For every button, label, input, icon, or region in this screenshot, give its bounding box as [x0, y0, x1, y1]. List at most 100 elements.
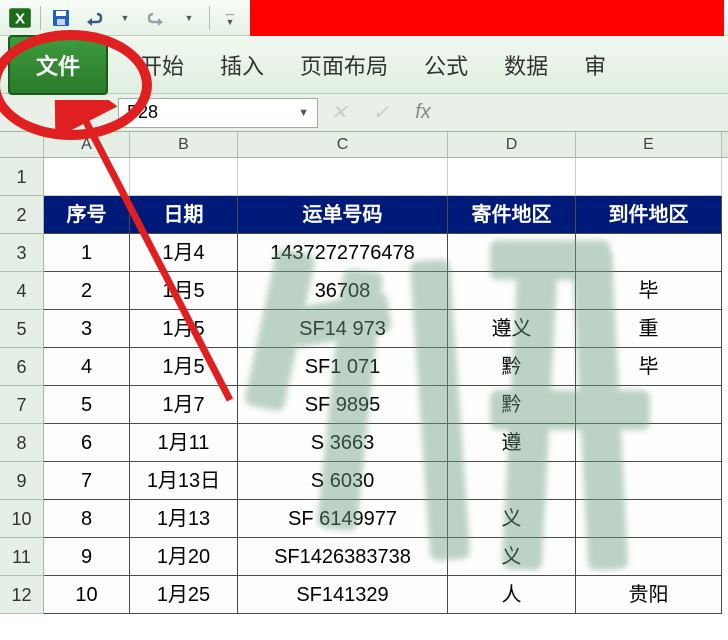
cell-C8[interactable]: S 3663 [238, 424, 448, 462]
row-header-9[interactable]: 9 [0, 462, 44, 500]
cell-B12[interactable]: 1月25 [130, 576, 238, 614]
cell-E6[interactable]: 毕 [576, 348, 722, 386]
cell-A2[interactable]: 序号 [44, 196, 130, 234]
cell-E8[interactable] [576, 424, 722, 462]
cell-A4[interactable]: 2 [44, 272, 130, 310]
cell-C3[interactable]: 1437272776478 [238, 234, 448, 272]
row-header-3[interactable]: 3 [0, 234, 44, 272]
name-box[interactable]: F28 ▼ [118, 98, 318, 128]
undo-dropdown-icon[interactable]: ▼ [111, 4, 139, 32]
row-header-11[interactable]: 11 [0, 538, 44, 576]
cell-C11[interactable]: SF1426383738 [238, 538, 448, 576]
cell-C4[interactable]: 36708 [238, 272, 448, 310]
col-header-D[interactable]: D [448, 132, 576, 157]
cell-E4[interactable]: 毕 [576, 272, 722, 310]
cell-C9[interactable]: S 6030 [238, 462, 448, 500]
cell-D10[interactable]: 义 [448, 500, 576, 538]
cell-B10[interactable]: 1月13 [130, 500, 238, 538]
quick-access-toolbar: X ▼ ▼ —▼ [0, 0, 728, 36]
cell-D5[interactable]: 遵义 [448, 310, 576, 348]
cell-E9[interactable] [576, 462, 722, 500]
cell-D12[interactable]: 人 [448, 576, 576, 614]
excel-app-icon[interactable]: X [6, 4, 34, 32]
cell-B3[interactable]: 1月4 [130, 234, 238, 272]
tab-page-layout[interactable]: 页面布局 [296, 41, 392, 89]
cell-A10[interactable]: 8 [44, 500, 130, 538]
cell-E10[interactable] [576, 500, 722, 538]
row-header-1[interactable]: 1 [0, 158, 44, 196]
cell-D3[interactable] [448, 234, 576, 272]
cell-D11[interactable]: 义 [448, 538, 576, 576]
cell-D9[interactable] [448, 462, 576, 500]
cell-E1[interactable] [576, 158, 722, 196]
cancel-icon[interactable]: ✕ [324, 98, 354, 128]
cell-B11[interactable]: 1月20 [130, 538, 238, 576]
enter-icon[interactable]: ✓ [366, 98, 396, 128]
tab-formulas[interactable]: 公式 [420, 41, 472, 89]
tab-home[interactable]: 开始 [136, 41, 188, 89]
cell-A9[interactable]: 7 [44, 462, 130, 500]
row-header-6[interactable]: 6 [0, 348, 44, 386]
cell-B8[interactable]: 1月11 [130, 424, 238, 462]
cell-C7[interactable]: SF 9895 [238, 386, 448, 424]
redo-dropdown-icon[interactable]: ▼ [175, 4, 203, 32]
cell-C2[interactable]: 运单号码 [238, 196, 448, 234]
customize-qat-icon[interactable]: —▼ [216, 4, 244, 32]
cell-C6[interactable]: SF1 071 [238, 348, 448, 386]
cell-D6[interactable]: 黔 [448, 348, 576, 386]
row-11: 11 9 1月20 SF1426383738 义 [0, 538, 728, 576]
select-all-corner[interactable] [0, 132, 44, 157]
cell-B9[interactable]: 1月13日 [130, 462, 238, 500]
row-header-10[interactable]: 10 [0, 500, 44, 538]
cell-E11[interactable] [576, 538, 722, 576]
cell-D2[interactable]: 寄件地区 [448, 196, 576, 234]
col-header-C[interactable]: C [238, 132, 448, 157]
cell-E2[interactable]: 到件地区 [576, 196, 722, 234]
cell-B6[interactable]: 1月5 [130, 348, 238, 386]
undo-icon[interactable] [79, 4, 107, 32]
row-header-2[interactable]: 2 [0, 196, 44, 234]
cell-C12[interactable]: SF141329 [238, 576, 448, 614]
redo-icon[interactable] [143, 4, 171, 32]
tab-insert[interactable]: 插入 [216, 41, 268, 89]
col-header-A[interactable]: A [44, 132, 130, 157]
cell-A12[interactable]: 10 [44, 576, 130, 614]
cell-A5[interactable]: 3 [44, 310, 130, 348]
cell-B7[interactable]: 1月7 [130, 386, 238, 424]
cell-A3[interactable]: 1 [44, 234, 130, 272]
cell-D1[interactable] [448, 158, 576, 196]
fx-icon[interactable]: fx [408, 98, 438, 128]
cell-A8[interactable]: 6 [44, 424, 130, 462]
cell-C10[interactable]: SF 6149977 [238, 500, 448, 538]
cell-A6[interactable]: 4 [44, 348, 130, 386]
cell-D4[interactable] [448, 272, 576, 310]
cell-C5[interactable]: SF14 973 [238, 310, 448, 348]
tab-review[interactable]: 审 [580, 41, 610, 89]
formula-input[interactable] [444, 98, 728, 128]
cell-C1[interactable] [238, 158, 448, 196]
row-header-8[interactable]: 8 [0, 424, 44, 462]
col-header-E[interactable]: E [576, 132, 722, 157]
cell-B1[interactable] [130, 158, 238, 196]
cell-A11[interactable]: 9 [44, 538, 130, 576]
tab-data[interactable]: 数据 [500, 41, 552, 89]
cell-B2[interactable]: 日期 [130, 196, 238, 234]
name-box-dropdown-icon[interactable]: ▼ [298, 107, 309, 119]
cell-E3[interactable] [576, 234, 722, 272]
cell-E5[interactable]: 重 [576, 310, 722, 348]
file-tab[interactable]: 文件 [8, 35, 108, 95]
cell-A1[interactable] [44, 158, 130, 196]
row-header-5[interactable]: 5 [0, 310, 44, 348]
cell-B5[interactable]: 1月5 [130, 310, 238, 348]
save-icon[interactable] [47, 4, 75, 32]
row-header-4[interactable]: 4 [0, 272, 44, 310]
cell-E12[interactable]: 贵阳 [576, 576, 722, 614]
cell-D7[interactable]: 黔 [448, 386, 576, 424]
row-header-12[interactable]: 12 [0, 576, 44, 614]
row-header-7[interactable]: 7 [0, 386, 44, 424]
cell-D8[interactable]: 遵 [448, 424, 576, 462]
col-header-B[interactable]: B [130, 132, 238, 157]
cell-A7[interactable]: 5 [44, 386, 130, 424]
cell-B4[interactable]: 1月5 [130, 272, 238, 310]
cell-E7[interactable] [576, 386, 722, 424]
